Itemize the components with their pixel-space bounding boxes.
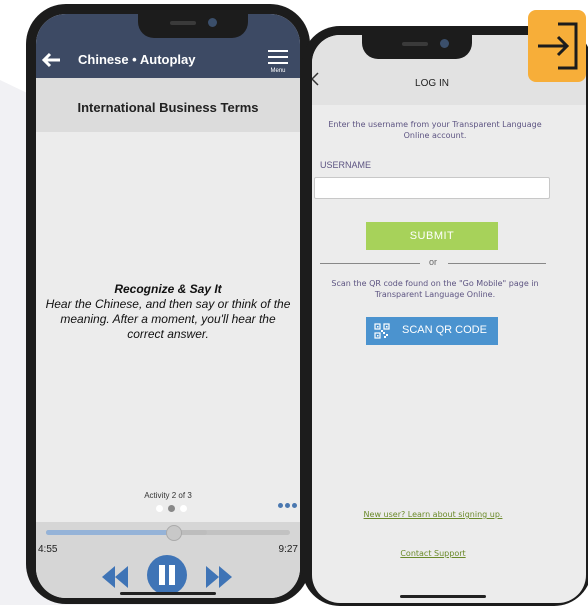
activity-instructions: Recognize & Say It Hear the Chinese, and… [44,282,292,342]
time-elapsed: 4:55 [38,544,58,555]
back-arrow-icon[interactable] [40,50,62,70]
lesson-title: International Business Terms [77,100,259,115]
left-phone: Chinese • Autoplay Menu International Bu… [26,4,310,604]
login-badge [528,10,586,82]
menu-label: Menu [270,68,286,74]
header-title: Chinese • Autoplay [78,52,196,67]
home-indicator [400,595,486,598]
audio-player: 4:55 9:27 [36,522,300,598]
phone-notch [362,35,472,59]
lesson-title-bar: International Business Terms [36,78,300,132]
fast-forward-icon[interactable] [204,564,234,590]
or-divider: or [320,257,546,269]
more-dots-icon[interactable] [276,501,298,511]
page-dot[interactable] [180,505,187,512]
phone-notch [138,14,248,38]
time-total: 9:27 [278,544,298,555]
new-user-link[interactable]: New user? Learn about signing up. [312,510,554,519]
username-field[interactable] [314,177,550,199]
instructions-title: Recognize & Say It [114,282,222,296]
page-dot-active[interactable] [168,505,175,512]
page-dot[interactable] [156,505,163,512]
left-phone-screen: Chinese • Autoplay Menu International Bu… [36,14,300,598]
progress-track[interactable] [46,525,290,541]
instructions-body: Hear the Chinese, and then say or think … [45,297,291,341]
right-phone: LOG IN Enter the username from your Tran… [302,26,588,606]
or-label: or [428,257,437,267]
menu-button[interactable]: Menu [264,46,292,76]
scan-instructions: Scan the QR code found on the "Go Mobile… [331,279,539,299]
login-icon [538,22,578,70]
progress-thumb[interactable] [165,525,182,541]
login-title: LOG IN [415,78,449,89]
submit-button[interactable]: SUBMIT [366,222,498,250]
qr-code-icon [374,323,390,339]
activity-counter: Activity 2 of 3 [144,491,192,500]
rewind-icon[interactable] [100,564,130,590]
scan-qr-button[interactable]: SCAN QR CODE [366,317,498,345]
scan-qr-label: SCAN QR CODE [402,324,487,336]
username-label: USERNAME [320,160,372,170]
pause-icon[interactable] [146,554,188,596]
home-indicator [120,592,216,595]
login-instructions: Enter the username from your Transparent… [328,120,542,140]
contact-support-link[interactable]: Contact Support [312,549,554,558]
activity-page-dots [152,505,192,515]
right-phone-screen: LOG IN Enter the username from your Tran… [312,35,586,603]
